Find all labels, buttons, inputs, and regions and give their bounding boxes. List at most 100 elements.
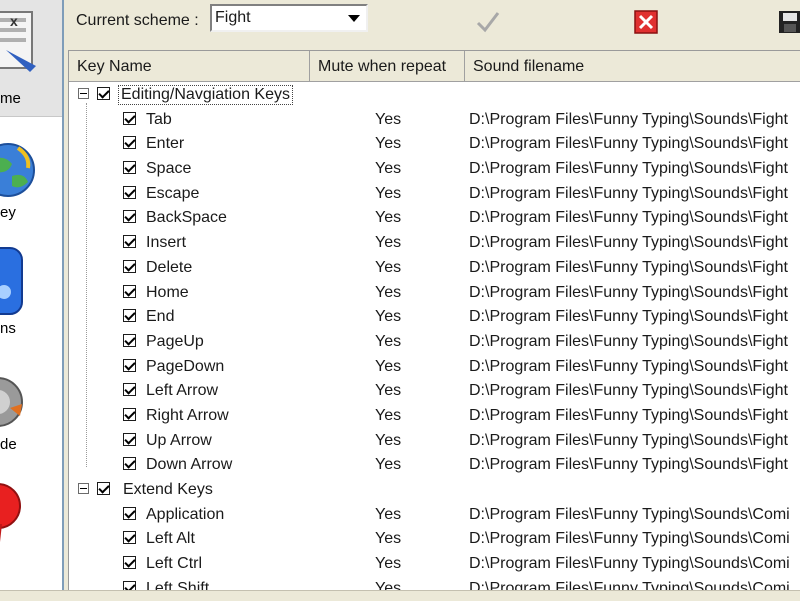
mute-value[interactable]: Yes: [375, 555, 401, 573]
sound-filename[interactable]: D:\Program Files\Funny Typing\Sounds\Fig…: [469, 160, 788, 178]
sound-filename[interactable]: D:\Program Files\Funny Typing\Sounds\Fig…: [469, 358, 788, 376]
table-row[interactable]: Left Arrow Yes D:\Program Files\Funny Ty…: [69, 379, 800, 404]
group-checkbox[interactable]: [97, 482, 110, 495]
sound-filename[interactable]: D:\Program Files\Funny Typing\Sounds\Fig…: [469, 259, 788, 277]
status-strip: [0, 590, 800, 601]
key-checkbox[interactable]: [123, 531, 136, 545]
scheme-dropdown[interactable]: Fight: [210, 4, 368, 32]
sidebar-item-scheme[interactable]: x me: [0, 0, 62, 117]
key-name: BackSpace: [146, 209, 227, 227]
sidebar-item-mode[interactable]: de: [0, 358, 62, 474]
column-header-key-name[interactable]: Key Name: [69, 51, 310, 82]
sound-filename[interactable]: D:\Program Files\Funny Typing\Sounds\Fig…: [469, 185, 788, 203]
sound-filename[interactable]: D:\Program Files\Funny Typing\Sounds\Fig…: [469, 209, 788, 227]
key-checkbox[interactable]: [123, 457, 136, 471]
key-name: Space: [146, 160, 192, 178]
sound-filename[interactable]: D:\Program Files\Funny Typing\Sounds\Com…: [469, 555, 790, 573]
key-name: End: [146, 308, 175, 326]
key-checkbox[interactable]: [123, 506, 136, 520]
mute-value[interactable]: Yes: [375, 308, 401, 326]
sound-filename[interactable]: D:\Program Files\Funny Typing\Sounds\Fig…: [469, 234, 788, 252]
collapse-toggle-icon[interactable]: [78, 483, 89, 494]
mute-value[interactable]: Yes: [375, 358, 401, 376]
table-row[interactable]: Escape Yes D:\Program Files\Funny Typing…: [69, 182, 800, 207]
mute-value[interactable]: Yes: [375, 185, 401, 203]
table-row[interactable]: PageDown Yes D:\Program Files\Funny Typi…: [69, 355, 800, 380]
sound-filename[interactable]: D:\Program Files\Funny Typing\Sounds\Fig…: [469, 432, 788, 450]
table-row[interactable]: Left Alt Yes D:\Program Files\Funny Typi…: [69, 527, 800, 552]
mute-value[interactable]: Yes: [375, 160, 401, 178]
sound-filename[interactable]: D:\Program Files\Funny Typing\Sounds\Fig…: [469, 284, 788, 302]
sound-filename[interactable]: D:\Program Files\Funny Typing\Sounds\Fig…: [469, 111, 788, 129]
column-header-mute-when-repeat[interactable]: Mute when repeat: [310, 51, 465, 82]
table-row[interactable]: Space Yes D:\Program Files\Funny Typing\…: [69, 157, 800, 182]
table-row[interactable]: BackSpace Yes D:\Program Files\Funny Typ…: [69, 206, 800, 231]
key-checkbox[interactable]: [123, 333, 136, 347]
key-checkbox[interactable]: [123, 358, 136, 372]
key-checkbox[interactable]: [123, 407, 136, 421]
table-row[interactable]: Delete Yes D:\Program Files\Funny Typing…: [69, 256, 800, 281]
key-checkbox[interactable]: [123, 235, 136, 249]
chevron-down-icon[interactable]: [348, 15, 360, 22]
mute-value[interactable]: Yes: [375, 506, 401, 524]
table-row[interactable]: Down Arrow Yes D:\Program Files\Funny Ty…: [69, 453, 800, 478]
key-name: Right Arrow: [146, 406, 229, 424]
key-checkbox[interactable]: [123, 284, 136, 298]
key-checkbox[interactable]: [123, 556, 136, 570]
sound-filename[interactable]: D:\Program Files\Funny Typing\Sounds\Fig…: [469, 308, 788, 326]
sound-filename[interactable]: D:\Program Files\Funny Typing\Sounds\Fig…: [469, 382, 788, 400]
svg-text:x: x: [10, 13, 18, 29]
group-checkbox[interactable]: [97, 87, 110, 100]
sidebar-item-options[interactable]: ns: [0, 240, 62, 356]
key-checkbox[interactable]: [123, 161, 136, 175]
table-row[interactable]: End Yes D:\Program Files\Funny Typing\So…: [69, 305, 800, 330]
table-row[interactable]: Left Ctrl Yes D:\Program Files\Funny Typ…: [69, 552, 800, 577]
mute-value[interactable]: Yes: [375, 284, 401, 302]
floppy-disk-icon[interactable]: [778, 10, 800, 38]
table-row[interactable]: Insert Yes D:\Program Files\Funny Typing…: [69, 231, 800, 256]
mute-value[interactable]: Yes: [375, 135, 401, 153]
mute-value[interactable]: Yes: [375, 111, 401, 129]
table-row[interactable]: Tab Yes D:\Program Files\Funny Typing\So…: [69, 108, 800, 133]
sound-filename[interactable]: D:\Program Files\Funny Typing\Sounds\Fig…: [469, 333, 788, 351]
mute-value[interactable]: Yes: [375, 456, 401, 474]
sidebar-item-label: de: [0, 436, 17, 453]
key-checkbox[interactable]: [123, 309, 136, 323]
table-row[interactable]: Enter Yes D:\Program Files\Funny Typing\…: [69, 132, 800, 157]
mute-value[interactable]: Yes: [375, 209, 401, 227]
key-checkbox[interactable]: [123, 185, 136, 199]
red-x-icon[interactable]: [634, 10, 662, 38]
table-row[interactable]: Application Yes D:\Program Files\Funny T…: [69, 503, 800, 528]
mute-value[interactable]: Yes: [375, 333, 401, 351]
tree-group-row[interactable]: Editing/Navgiation Keys: [69, 83, 800, 108]
collapse-toggle-icon[interactable]: [78, 88, 89, 99]
key-checkbox[interactable]: [123, 111, 136, 125]
sidebar-item-key[interactable]: ey: [0, 130, 62, 246]
sound-filename[interactable]: D:\Program Files\Funny Typing\Sounds\Fig…: [469, 456, 788, 474]
table-row[interactable]: PageUp Yes D:\Program Files\Funny Typing…: [69, 330, 800, 355]
table-row[interactable]: Right Arrow Yes D:\Program Files\Funny T…: [69, 404, 800, 429]
sound-filename[interactable]: D:\Program Files\Funny Typing\Sounds\Fig…: [469, 407, 788, 425]
tree-group-row[interactable]: Extend Keys: [69, 478, 800, 503]
mute-value[interactable]: Yes: [375, 530, 401, 548]
mute-value[interactable]: Yes: [375, 407, 401, 425]
sound-filename[interactable]: D:\Program Files\Funny Typing\Sounds\Com…: [469, 530, 790, 548]
sidebar-item-fifth[interactable]: [0, 472, 62, 588]
table-row[interactable]: Up Arrow Yes D:\Program Files\Funny Typi…: [69, 429, 800, 454]
key-name: Home: [146, 283, 189, 301]
column-header-sound-filename[interactable]: Sound filename: [465, 51, 800, 82]
mute-value[interactable]: Yes: [375, 234, 401, 252]
mute-value[interactable]: Yes: [375, 259, 401, 277]
sound-filename[interactable]: D:\Program Files\Funny Typing\Sounds\Fig…: [469, 135, 788, 153]
key-checkbox[interactable]: [123, 432, 136, 446]
key-name: Left Arrow: [146, 382, 219, 400]
mute-value[interactable]: Yes: [375, 432, 401, 450]
checkmark-icon[interactable]: [474, 8, 502, 36]
key-checkbox[interactable]: [123, 136, 136, 150]
mute-value[interactable]: Yes: [375, 382, 401, 400]
sound-filename[interactable]: D:\Program Files\Funny Typing\Sounds\Com…: [469, 506, 790, 524]
key-checkbox[interactable]: [123, 383, 136, 397]
table-row[interactable]: Home Yes D:\Program Files\Funny Typing\S…: [69, 281, 800, 306]
key-checkbox[interactable]: [123, 259, 136, 273]
key-checkbox[interactable]: [123, 210, 136, 224]
